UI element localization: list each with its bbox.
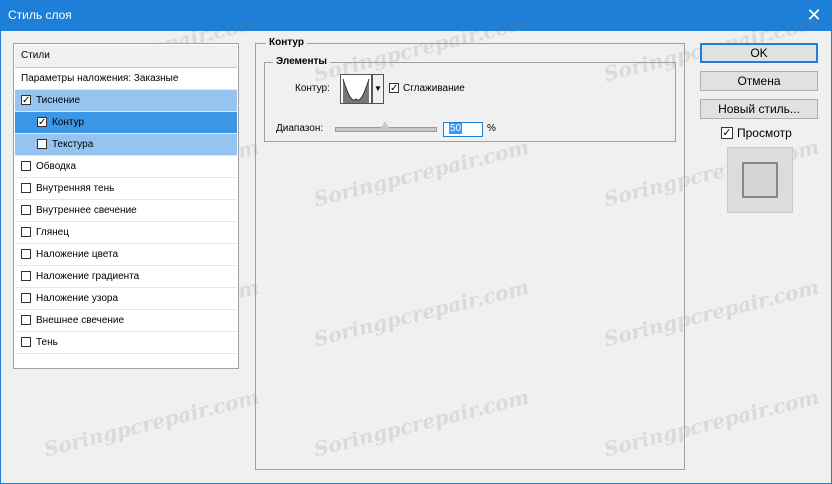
style-item-checkbox[interactable] [21, 183, 31, 193]
preview-checkbox[interactable]: ✓ [721, 127, 733, 139]
close-icon[interactable]: ✕ [804, 5, 824, 25]
style-item-checkbox[interactable]: ✓ [21, 95, 31, 106]
style-item-checkbox[interactable] [37, 139, 47, 149]
range-unit: % [487, 123, 496, 134]
style-item-label: Наложение цвета [36, 249, 119, 260]
styles-header[interactable]: Стили [15, 45, 237, 68]
smoothing-checkbox[interactable]: ✓ [389, 83, 399, 94]
style-item[interactable]: Текстура [15, 134, 237, 156]
contour-curve-icon [341, 75, 371, 103]
contour-dropdown-arrow[interactable]: ▼ [372, 74, 384, 104]
style-item-label: Тень [36, 337, 58, 348]
preview-square [742, 162, 778, 198]
style-item-checkbox[interactable] [21, 293, 31, 303]
style-item-checkbox[interactable] [21, 161, 31, 171]
style-item[interactable]: Наложение цвета [15, 244, 237, 266]
smoothing-label: Сглаживание [403, 83, 465, 94]
style-item[interactable]: Внутренняя тень [15, 178, 237, 200]
style-item[interactable]: ✓ Тиснение [15, 90, 237, 112]
style-item-label: Внешнее свечение [36, 315, 125, 326]
range-label: Диапазон: [276, 123, 324, 134]
style-item-label: Внутренняя тень [36, 183, 115, 194]
style-item-label: Внутреннее свечение [36, 205, 137, 216]
title-bar: Стиль слоя ✕ [0, 0, 832, 31]
contour-group: Контур Элементы Контур: ▼ ✓ Сглаживание … [255, 37, 685, 470]
style-item[interactable]: ✓ Контур [15, 112, 237, 134]
styles-list-panel: Стили Параметры наложения: Заказные ✓ Тисн… [13, 43, 239, 369]
contour-label: Контур: [295, 83, 330, 94]
style-item-checkbox[interactable] [21, 315, 31, 325]
style-item-checkbox[interactable]: ✓ [37, 117, 47, 128]
watermark-text: Soringpcrepair.com [41, 384, 262, 462]
styles-header-label: Стили [21, 50, 50, 61]
range-value: 50 [449, 123, 463, 134]
style-item[interactable]: Параметры наложения: Заказные [15, 68, 237, 90]
dialog-body: Soringpcrepair.com Soringpcrepair.com Sori… [0, 10, 832, 484]
style-item-label: Контур [52, 117, 85, 128]
contour-curve-preview[interactable] [340, 74, 372, 104]
elements-group: Элементы Контур: ▼ ✓ Сглаживание Диапазо… [264, 56, 676, 142]
cancel-button[interactable]: Отмена [700, 71, 818, 91]
style-item-checkbox[interactable] [21, 227, 31, 237]
window-title: Стиль слоя [8, 8, 72, 22]
style-item-checkbox[interactable] [21, 337, 31, 347]
style-item[interactable]: Тень [15, 332, 237, 354]
style-item-checkbox[interactable] [21, 271, 31, 281]
style-item-checkbox[interactable] [21, 205, 31, 215]
new-style-button[interactable]: Новый стиль... [700, 99, 818, 119]
ok-button[interactable]: OK [700, 43, 818, 63]
style-item-label: Текстура [52, 139, 94, 150]
style-item[interactable]: Обводка [15, 156, 237, 178]
range-input[interactable]: 50 [443, 122, 483, 137]
style-item-label: Наложение узора [36, 293, 119, 304]
style-item-label: Тиснение [36, 95, 81, 106]
range-slider-thumb[interactable] [379, 121, 391, 131]
contour-group-title: Контур [266, 37, 307, 48]
preview-label: Просмотр [737, 126, 792, 140]
style-item-label: Глянец [36, 227, 69, 238]
style-item[interactable]: Внешнее свечение [15, 310, 237, 332]
style-item-checkbox[interactable] [21, 249, 31, 259]
style-item[interactable]: Глянец [15, 222, 237, 244]
style-preview-thumbnail [727, 147, 793, 213]
elements-group-title: Элементы [273, 56, 330, 67]
style-item[interactable]: Наложение узора [15, 288, 237, 310]
style-item[interactable]: Внутреннее свечение [15, 200, 237, 222]
style-item-label: Обводка [36, 161, 77, 172]
style-item-label: Параметры наложения: Заказные [21, 73, 179, 84]
style-item-label: Наложение градиента [36, 271, 140, 282]
style-item[interactable]: Наложение градиента [15, 266, 237, 288]
